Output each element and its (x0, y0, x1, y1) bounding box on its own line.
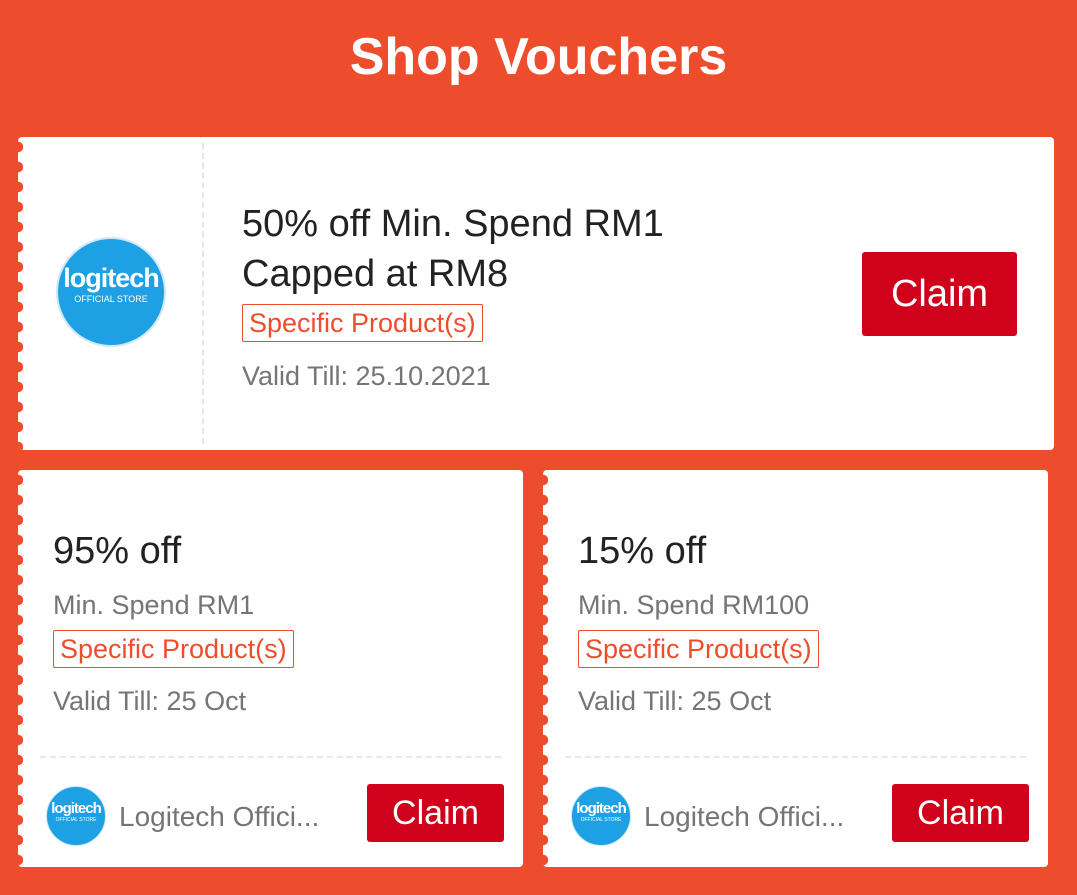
featured-voucher-card: logitech OFFICIAL STORE 50% off Min. Spe… (18, 137, 1054, 450)
shop-logo: logitech OFFICIAL STORE (571, 786, 631, 846)
voucher-headline-line1: 50% off Min. Spend RM1 (242, 203, 664, 245)
logo-brand-text: logitech (576, 800, 627, 817)
shop-logo: logitech OFFICIAL STORE (46, 786, 106, 846)
voucher-card: 95% off Min. Spend RM1 Specific Product(… (18, 470, 523, 867)
voucher-headline: 50% off Min. Spend RM1 Capped at RM8 (242, 199, 802, 299)
min-spend-text: Min. Spend RM1 (53, 590, 255, 620)
logo-brand-text: logitech (63, 263, 160, 293)
voucher-headline-line2: Capped at RM8 (242, 253, 509, 295)
page-title: Shop Vouchers (349, 28, 728, 86)
specific-product-tag: Specific Product(s) (578, 630, 819, 668)
shop-logo: logitech OFFICIAL STORE (56, 237, 166, 347)
claim-button[interactable]: Claim (892, 784, 1029, 842)
voucher-divider (202, 143, 204, 444)
voucher-divider (40, 756, 501, 758)
voucher-discount: 95% off (53, 530, 182, 572)
claim-button[interactable]: Claim (367, 784, 504, 842)
shop-name: Logitech Offici... (644, 801, 845, 832)
voucher-card: 15% off Min. Spend RM100 Specific Produc… (543, 470, 1048, 867)
min-spend-text: Min. Spend RM100 (578, 590, 810, 620)
valid-till-text: Valid Till: 25 Oct (53, 686, 247, 716)
specific-product-tag: Specific Product(s) (242, 304, 483, 342)
logo-brand-text: logitech (51, 800, 102, 817)
voucher-discount: 15% off (578, 530, 707, 572)
specific-product-tag: Specific Product(s) (53, 630, 294, 668)
valid-till-text: Valid Till: 25 Oct (578, 686, 772, 716)
logo-subtitle-text: OFFICIAL STORE (74, 294, 148, 304)
claim-button[interactable]: Claim (862, 252, 1017, 336)
logo-subtitle-text: OFFICIAL STORE (55, 817, 97, 823)
valid-till-text: Valid Till: 25.10.2021 (242, 361, 491, 391)
logo-subtitle-text: OFFICIAL STORE (580, 817, 622, 823)
shop-name: Logitech Offici... (119, 801, 320, 832)
voucher-divider (565, 756, 1026, 758)
